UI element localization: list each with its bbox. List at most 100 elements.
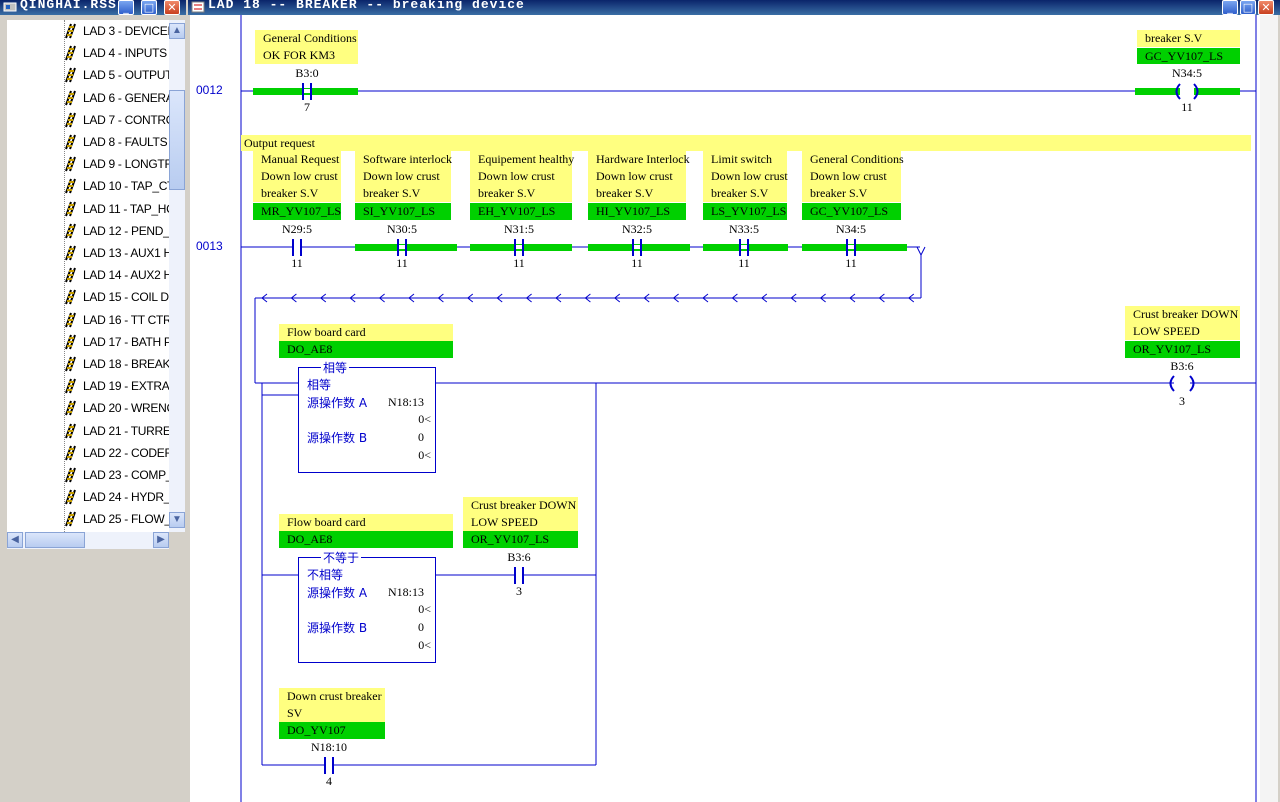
tree-item-lad[interactable]: LAD 8 - FAULTS bbox=[63, 134, 168, 154]
tree-item-lad[interactable]: LAD 4 - INPUTS bbox=[63, 45, 167, 65]
contact-desc2: Down low crust bbox=[711, 169, 788, 183]
scroll-down-icon[interactable]: ▼ bbox=[169, 512, 185, 528]
ladder-file-icon bbox=[65, 112, 76, 128]
rung13-contact[interactable] bbox=[292, 239, 302, 256]
tree-item-lad[interactable]: LAD 24 - HYDR_U bbox=[63, 489, 179, 509]
rung12-coil-address[interactable]: N34:5 bbox=[1157, 66, 1217, 81]
neq-instruction[interactable]: 不等于 不相等 源操作数 A N18:13 0< 源操作数 B 0 0< bbox=[298, 549, 436, 663]
tree-vertical-scrollbar[interactable]: ▲ ▼ bbox=[169, 20, 185, 532]
contact-desc3: breaker S.V bbox=[478, 186, 536, 200]
ladder-maximize-icon[interactable]: □ bbox=[1240, 0, 1256, 15]
rung13-coil-bit: 3 bbox=[1179, 394, 1185, 408]
contact-desc2: Down low crust bbox=[810, 169, 887, 183]
neq-srcB-value[interactable]: 0 bbox=[379, 620, 424, 635]
neq-srcB-label: 源操作数 B bbox=[307, 621, 368, 635]
neq-srcA-address[interactable]: N18:13 bbox=[379, 585, 424, 600]
tree-item-lad[interactable]: LAD 25 - FLOW_F bbox=[63, 511, 178, 531]
minimize-icon[interactable]: _ bbox=[118, 0, 134, 15]
tree-item-lad[interactable]: LAD 6 - GENERAL bbox=[63, 90, 180, 110]
contact-desc1: Manual Request bbox=[261, 152, 340, 166]
tree-item-lad[interactable]: LAD 9 - LONGTR/ bbox=[63, 156, 176, 176]
rung13-contact-address[interactable]: N32:5 bbox=[607, 222, 667, 237]
neq-title: 不等于 bbox=[321, 549, 362, 566]
contact-desc1: Limit switch bbox=[711, 152, 772, 166]
scroll-left-icon[interactable]: ◀ bbox=[7, 532, 23, 548]
tree-item-lad[interactable]: LAD 13 - AUX1 H bbox=[63, 245, 172, 265]
down-contact[interactable] bbox=[324, 757, 334, 774]
equ-srcA-address[interactable]: N18:13 bbox=[379, 395, 424, 410]
rung12-contact-address[interactable]: B3:0 bbox=[277, 66, 337, 81]
rung13-contact[interactable] bbox=[739, 239, 749, 256]
tree-item-lad[interactable]: LAD 11 - TAP_HC bbox=[63, 201, 175, 221]
ladder-minimize-icon[interactable]: _ bbox=[1222, 0, 1238, 15]
scroll-thumb-horizontal[interactable] bbox=[25, 532, 85, 548]
tree-item-label: LAD 23 - COMP_U bbox=[83, 468, 181, 482]
rung13-contact[interactable] bbox=[514, 239, 524, 256]
tree-item-lad[interactable]: LAD 15 - COIL DR bbox=[63, 289, 177, 309]
tree-item-lad[interactable]: LAD 16 - TT CTR/ bbox=[63, 312, 175, 332]
rung13-contact-address[interactable]: N33:5 bbox=[714, 222, 774, 237]
down-contact-bit: 4 bbox=[326, 774, 332, 788]
tree-item-lad[interactable]: LAD 17 - BATH PI bbox=[63, 334, 175, 354]
tree-item-lad[interactable]: LAD 23 - COMP_U bbox=[63, 467, 181, 487]
tree-item-lad[interactable]: LAD 5 - OUTPUTS bbox=[63, 67, 180, 87]
rung13-contact-symbol: GC_YV107_LS bbox=[802, 203, 901, 220]
rung-number-12[interactable]: 0012 bbox=[196, 83, 223, 97]
rung13-contact-address[interactable]: N34:5 bbox=[821, 222, 881, 237]
equ-srcB-value[interactable]: 0 bbox=[379, 430, 424, 445]
tree-item-lad[interactable]: LAD 21 - TURRET bbox=[63, 423, 178, 443]
ladder-title: LAD 18 -- BREAKER -- breaking device bbox=[208, 0, 525, 12]
rung13-contact[interactable] bbox=[397, 239, 407, 256]
contact-desc1: Equipement healthy bbox=[478, 152, 575, 166]
rung13-contact-address[interactable]: N30:5 bbox=[372, 222, 432, 237]
tree-item-lad[interactable]: LAD 18 - BREAKE bbox=[63, 356, 178, 376]
rung13-contact-address[interactable]: N29:5 bbox=[267, 222, 327, 237]
ladder-titlebar[interactable]: LAD 18 -- BREAKER -- breaking device _ □… bbox=[188, 0, 1280, 15]
tree-item-label: LAD 4 - INPUTS bbox=[83, 46, 167, 61]
rung13-contact[interactable] bbox=[846, 239, 856, 256]
tree-item-label: LAD 18 - BREAKE bbox=[83, 357, 178, 371]
project-tree[interactable]: LAD 3 - DEVICENI LAD 4 - INPUTS LAD 5 - OU… bbox=[7, 20, 185, 532]
ladder-close-icon[interactable]: ✕ bbox=[1258, 0, 1274, 15]
tree-item-label: LAD 10 - TAP_CT bbox=[83, 179, 175, 194]
down-contact-address[interactable]: N18:10 bbox=[299, 740, 359, 755]
neq-contact[interactable] bbox=[514, 567, 524, 584]
tree-item-lad[interactable]: LAD 10 - TAP_CT bbox=[63, 178, 174, 198]
tree-item-label: LAD 24 - HYDR_U bbox=[83, 490, 179, 505]
ladder-view[interactable]: 0012 General Conditions OK FOR KM3 B3:0 … bbox=[190, 15, 1278, 802]
project-titlebar[interactable]: QINGHAI.RSS _ □ ✕ bbox=[0, 0, 186, 15]
tree-item-label: LAD 8 - FAULTS bbox=[83, 135, 168, 149]
tree-item-lad[interactable]: LAD 19 - EXTRAC bbox=[63, 378, 178, 398]
tree-item-lad[interactable]: LAD 14 - AUX2 H bbox=[63, 267, 172, 287]
scroll-thumb[interactable] bbox=[169, 90, 185, 190]
tree-item-label: LAD 15 - COIL DR bbox=[83, 290, 178, 305]
neq-contact-address[interactable]: B3:6 bbox=[489, 550, 549, 565]
tree-item-lad[interactable]: LAD 7 - CONTROI bbox=[63, 112, 178, 132]
close-icon[interactable]: ✕ bbox=[164, 0, 180, 15]
rung13-comment: Output request bbox=[241, 135, 1251, 151]
rung13-contact[interactable] bbox=[632, 239, 642, 256]
tree-item-lad[interactable]: LAD 12 - PEND_B bbox=[63, 223, 178, 243]
tree-item-lad[interactable]: LAD 22 - CODER_ bbox=[63, 445, 180, 465]
scroll-right-icon[interactable]: ▶ bbox=[153, 532, 169, 548]
ladder-file-icon bbox=[65, 223, 76, 239]
app-icon bbox=[3, 2, 17, 12]
rung13-coil-address[interactable]: B3:6 bbox=[1152, 359, 1212, 374]
contact-desc3: breaker S.V bbox=[810, 186, 868, 200]
equ-instruction[interactable]: 相等 相等 源操作数 A N18:13 0< 源操作数 B 0 0< bbox=[298, 359, 436, 473]
rung13-contact-desc: General Conditions Down low crust breaker … bbox=[802, 151, 904, 202]
neq-contact-desc: Crust breaker DOWN LOW SPEED bbox=[463, 497, 578, 531]
rung12-contact[interactable] bbox=[302, 83, 312, 100]
tree-item-lad[interactable]: LAD 3 - DEVICENI bbox=[63, 23, 179, 43]
rung-number-13[interactable]: 0013 bbox=[196, 239, 223, 253]
ladder-file-icon bbox=[65, 134, 76, 150]
tree-item-lad[interactable]: LAD 20 - WRENCI bbox=[63, 400, 178, 420]
rung13-contact-desc: Equipement healthy Down low crust breaker … bbox=[470, 151, 575, 202]
ladder-file-icon bbox=[65, 245, 76, 261]
rung13-contact-desc: Hardware Interlock Down low crust breaker … bbox=[588, 151, 690, 202]
scroll-up-icon[interactable]: ▲ bbox=[169, 23, 185, 39]
rung13-contact-address[interactable]: N31:5 bbox=[489, 222, 549, 237]
maximize-icon[interactable]: □ bbox=[141, 0, 157, 15]
contact-desc3: breaker S.V bbox=[261, 186, 319, 200]
tree-horizontal-scrollbar[interactable]: ◀ ▶ bbox=[7, 532, 169, 549]
